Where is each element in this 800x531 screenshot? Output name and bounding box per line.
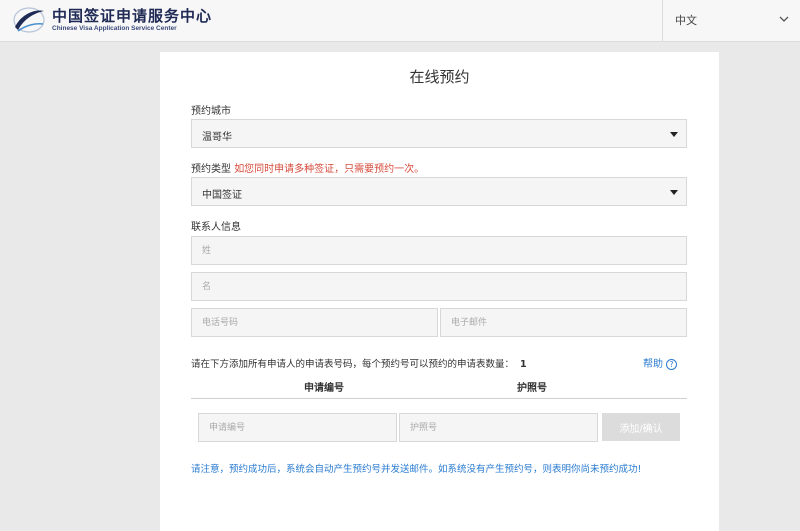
type-select[interactable]: 中国签证	[191, 177, 687, 206]
city-select-value: 温哥华	[202, 132, 232, 143]
help-icon: ?	[666, 359, 677, 370]
max-count: 1	[520, 359, 527, 370]
caret-down-icon	[670, 132, 678, 137]
instruction-text: 请在下方添加所有申请人的申请表号码，每个预约号可以预约的申请表数量：	[191, 359, 515, 370]
email-input[interactable]	[440, 308, 687, 337]
given-name-input[interactable]	[191, 272, 687, 301]
type-note: 如您同时申请多种签证，只需要预约一次。	[234, 164, 425, 175]
applicant-instruction: 请在下方添加所有申请人的申请表号码，每个预约号可以预约的申请表数量： 1	[191, 356, 527, 370]
help-label: 帮助	[643, 359, 663, 370]
application-number-input[interactable]	[198, 413, 397, 442]
contact-label: 联系人信息	[191, 222, 241, 233]
city-label: 预约城市	[191, 106, 231, 117]
city-select[interactable]: 温哥华	[191, 119, 687, 148]
brand-name-en: Chinese Visa Application Service Center	[52, 25, 177, 32]
language-selector[interactable]: 中文	[662, 0, 800, 42]
page-title: 在线预约	[409, 68, 470, 86]
type-label-row: 预约类型 如您同时申请多种签证，只需要预约一次。	[191, 160, 424, 175]
divider	[191, 398, 687, 399]
notice-text: 请注意，预约成功后，系统会自动产生预约号并发送邮件。如系统没有产生预约号，则表明…	[191, 464, 642, 475]
top-header: 中国签证申请服务中心 Chinese Visa Application Serv…	[0, 0, 800, 42]
caret-down-icon	[670, 190, 678, 195]
column-header-application: 申请编号	[304, 383, 344, 394]
type-select-value: 中国签证	[202, 190, 242, 201]
help-link[interactable]: 帮助?	[643, 355, 677, 370]
appointment-form-card: 在线预约 预约城市 温哥华 预约类型 如您同时申请多种签证，只需要预约一次。 中…	[160, 52, 719, 531]
column-header-passport: 护照号	[517, 383, 547, 394]
phone-input[interactable]	[191, 308, 438, 337]
chevron-down-icon	[779, 16, 789, 22]
passport-number-input[interactable]	[399, 413, 598, 442]
type-label: 预约类型	[191, 164, 231, 175]
brand-name-cn: 中国签证申请服务中心	[52, 7, 213, 25]
globe-swoosh-icon	[13, 7, 45, 33]
add-confirm-button[interactable]: 添加/确认	[602, 413, 680, 441]
surname-input[interactable]	[191, 236, 687, 265]
language-label: 中文	[675, 14, 697, 27]
